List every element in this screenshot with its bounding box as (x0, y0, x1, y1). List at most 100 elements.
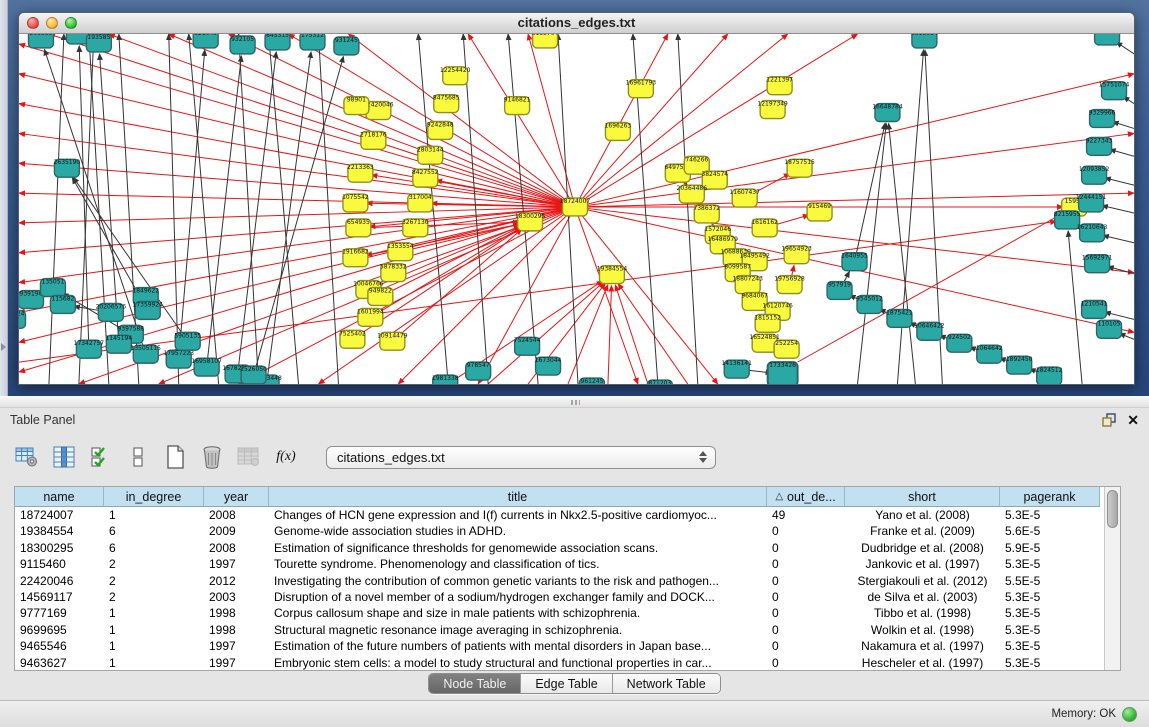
table-cell[interactable]: 1998 (204, 622, 269, 638)
graph-node[interactable]: 13505115 (131, 345, 162, 363)
deselect-all-rows-icon[interactable] (125, 444, 151, 470)
graph-node[interactable]: 17342757 (74, 340, 105, 358)
network-canvas[interactable]: 2242004698901924284827181762803144221336… (19, 34, 1134, 384)
graph-node[interactable]: 7525402 (339, 330, 366, 348)
table-cell[interactable]: 2012 (204, 573, 269, 589)
graph-node[interactable]: 9545012 (856, 295, 883, 313)
graph-node[interactable]: 3267130 (402, 219, 429, 237)
graph-node[interactable]: 157510 (1095, 34, 1120, 45)
table-cell[interactable]: Investigating the contribution of common… (269, 573, 767, 589)
graph-node[interactable]: 1875421 (886, 309, 913, 327)
table-cell[interactable]: Wolkin et al. (1998) (845, 622, 1000, 638)
column-header[interactable]: year (204, 487, 269, 507)
table-cell[interactable]: 5.3E-5 (1000, 622, 1100, 638)
graph-node[interactable]: 871203 (647, 380, 672, 384)
graph-node[interactable]: 19756928 (774, 276, 805, 294)
table-cell[interactable]: 9465546 (15, 638, 104, 654)
table-cell[interactable]: Estimation of significance thresholds fo… (269, 540, 767, 556)
graph-node[interactable]: 16210643 (1077, 224, 1108, 242)
table-cell[interactable]: 0 (767, 638, 845, 654)
graph-node[interactable]: 654935 (346, 219, 371, 237)
table-cell[interactable]: Disruption of a novel member of a sodium… (269, 589, 767, 605)
graph-node[interactable]: 135051 (40, 279, 65, 297)
graph-node[interactable]: 5905135 (174, 332, 201, 350)
table-cell[interactable]: 49 (767, 507, 845, 523)
graph-node[interactable]: 1616162 (751, 219, 778, 237)
graph-node[interactable]: 14136141 (721, 360, 752, 378)
graph-node[interactable]: 18807243 (732, 276, 763, 294)
table-cell[interactable]: 5.3E-5 (1000, 638, 1100, 654)
table-cell[interactable]: Tourette syndrome. Phenomenology and cla… (269, 556, 767, 572)
minimize-button[interactable] (46, 17, 58, 29)
table-cell[interactable]: 5.3E-5 (1000, 655, 1100, 670)
table-cell[interactable]: 2008 (204, 540, 269, 556)
table-cell[interactable]: 2 (104, 556, 204, 572)
table-row[interactable]: 2242004622012Investigating the contribut… (15, 573, 1104, 589)
close-button[interactable] (27, 17, 39, 29)
table-cell[interactable]: 0 (767, 655, 845, 670)
network-canvas-container[interactable]: 2242004698901924284827181762803144221336… (19, 34, 1134, 384)
graph-node[interactable]: 931245 (334, 37, 359, 55)
graph-node[interactable]: 18724007 (560, 198, 591, 216)
graph-node[interactable]: 9227343 (1086, 137, 1113, 155)
graph-node[interactable]: 15692971 (1082, 255, 1113, 273)
graph-node[interactable]: 1696263 (605, 122, 632, 140)
table-cell[interactable]: 18724007 (15, 507, 104, 523)
graph-node[interactable]: 961245 (579, 378, 604, 384)
table-cell[interactable]: 2009 (204, 523, 269, 539)
table-cell[interactable]: 5.3E-5 (1000, 507, 1100, 523)
table-cell[interactable]: 5.3E-5 (1000, 556, 1100, 572)
table-cell[interactable]: 19384554 (15, 523, 104, 539)
table-cell[interactable]: 5.6E-5 (1000, 523, 1100, 539)
memory-status-indicator[interactable] (1122, 707, 1137, 722)
column-header[interactable]: name (15, 487, 104, 507)
float-panel-icon[interactable] (1102, 413, 1117, 427)
table-cell[interactable]: 0 (767, 540, 845, 556)
graph-node[interactable]: 17359924 (133, 301, 164, 319)
graph-node[interactable]: 9329966 (1089, 110, 1116, 128)
graph-node[interactable]: 924502 (947, 334, 972, 352)
table-cell[interactable]: 0 (767, 605, 845, 621)
table-cell[interactable]: de Silva et al. (2003) (845, 589, 1000, 605)
table-cell[interactable]: 2 (104, 589, 204, 605)
graph-node[interactable]: 1981338 (432, 375, 459, 384)
graph-node[interactable]: 193585 (86, 34, 111, 52)
graph-node[interactable]: 1640955 (841, 253, 868, 271)
panel-splitter[interactable] (0, 396, 1149, 408)
graph-node[interactable]: 8475685 (433, 95, 460, 113)
graph-node[interactable]: 1733426 (768, 362, 798, 384)
graph-node[interactable]: 17957223 (163, 350, 194, 368)
graph-node[interactable]: 1075542 (342, 194, 369, 212)
graph-node[interactable]: 321045 (193, 34, 218, 48)
graph-node[interactable]: 1824512 (1036, 367, 1063, 384)
graph-node[interactable]: 978547 (466, 362, 491, 380)
table-cell[interactable]: 1997 (204, 638, 269, 654)
graph-node[interactable]: 1353554 (387, 243, 414, 261)
graph-node[interactable]: 2213363 (347, 164, 374, 182)
graph-node[interactable]: 1815152 (754, 314, 781, 332)
tab-network-table[interactable]: Network Table (613, 674, 720, 693)
table-cell[interactable]: Nakamura et al. (1997) (845, 638, 1000, 654)
graph-node[interactable]: 10646422 (914, 322, 945, 340)
graph-node[interactable]: 15751074 (1099, 82, 1130, 100)
column-header[interactable]: △out_de... (767, 487, 845, 507)
table-cell[interactable]: 6 (104, 523, 204, 539)
table-cell[interactable]: Hescheler et al. (1997) (845, 655, 1000, 670)
table-row[interactable]: 1456911722003Disruption of a novel membe… (15, 589, 1104, 605)
graph-node[interactable]: 1601994 (357, 308, 384, 326)
graph-node[interactable]: 8813054 (911, 34, 938, 48)
graph-node[interactable]: 18300295 (515, 213, 546, 231)
graph-node[interactable]: 175312 (300, 34, 325, 50)
table-cell[interactable]: 9115460 (15, 556, 104, 572)
tab-edge-table[interactable]: Edge Table (521, 674, 612, 693)
table-cell[interactable]: 0 (767, 573, 845, 589)
table-cell[interactable]: Embryonic stem cells: a model to study s… (269, 655, 767, 670)
graph-node[interactable]: 10914479 (377, 332, 408, 350)
close-panel-icon[interactable]: ✕ (1127, 413, 1139, 427)
window-titlebar[interactable]: citations_edges.txt (19, 13, 1134, 34)
graph-node[interactable]: 110105 (1097, 320, 1122, 338)
left-collapse-strip[interactable] (0, 0, 8, 396)
graph-node[interactable]: 252254 (774, 340, 799, 358)
table-cell[interactable]: 1 (104, 507, 204, 523)
graph-node[interactable]: 845315 (265, 34, 290, 50)
